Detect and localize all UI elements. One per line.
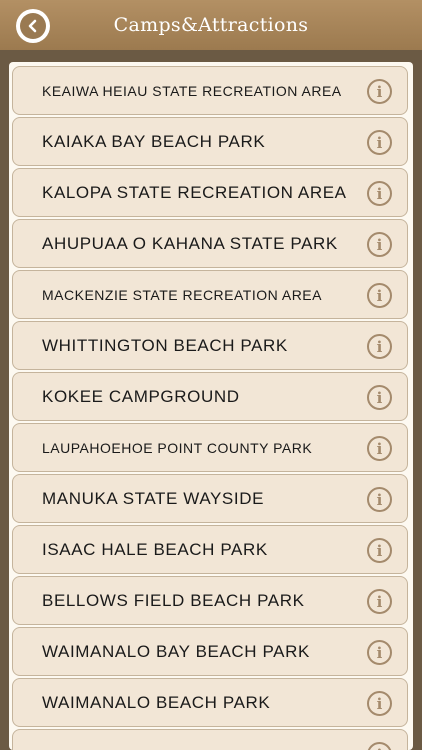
page-title: Camps&Attractions [113,14,309,36]
list-item[interactable]: WHITTINGTON BEACH PARK i [12,321,408,370]
info-icon[interactable]: i [367,283,392,308]
list-item-label: MACKENZIE STATE RECREATION AREA [42,286,322,303]
info-icon[interactable]: i [367,742,392,750]
list-item[interactable]: WAIMANALO BAY BEACH PARK i [12,627,408,676]
list-item-label: KOKEE CAMPGROUND [42,386,240,406]
list-item[interactable]: KEAIWA HEIAU STATE RECREATION AREA i [12,66,408,115]
list-item[interactable]: ISAAC HALE BEACH PARK i [12,525,408,574]
info-icon[interactable]: i [367,181,392,206]
list-item-label: LAUPAHOEHOE POINT COUNTY PARK [42,439,313,456]
info-icon[interactable]: i [367,436,392,461]
info-icon[interactable]: i [367,487,392,512]
list-item[interactable]: WAIMANALO BEACH PARK i [12,678,408,727]
list-item[interactable]: KOKEE CAMPGROUND i [12,372,408,421]
info-icon[interactable]: i [367,232,392,257]
back-arrow-icon [20,13,46,39]
list-item-label: BELLOWS FIELD BEACH PARK [42,590,305,610]
list-item[interactable]: AHUPUAA O KAHANA STATE PARK i [12,219,408,268]
list-item[interactable]: KALOPA STATE RECREATION AREA i [12,168,408,217]
list-item-label: KEAIWA HEIAU STATE RECREATION AREA [42,82,342,99]
list-item[interactable]: BELLOWS FIELD BEACH PARK i [12,576,408,625]
info-icon[interactable]: i [367,130,392,155]
back-button[interactable] [16,9,50,43]
list-item[interactable]: i [12,729,408,750]
list-item-label: KAIAKA BAY BEACH PARK [42,131,266,151]
list-item-label: WHITTINGTON BEACH PARK [42,335,288,355]
info-icon[interactable]: i [367,538,392,563]
info-icon[interactable]: i [367,589,392,614]
list-item-label: WAIMANALO BEACH PARK [42,692,271,712]
info-icon[interactable]: i [367,79,392,104]
app-header: Camps&Attractions [0,0,422,50]
info-icon[interactable]: i [367,691,392,716]
list-item-label: AHUPUAA O KAHANA STATE PARK [42,233,338,253]
info-icon[interactable]: i [367,640,392,665]
list-item[interactable]: LAUPAHOEHOE POINT COUNTY PARK i [12,423,408,472]
list-item[interactable]: KAIAKA BAY BEACH PARK i [12,117,408,166]
info-icon[interactable]: i [367,385,392,410]
list-item-label: WAIMANALO BAY BEACH PARK [42,641,310,661]
list-item[interactable]: MACKENZIE STATE RECREATION AREA i [12,270,408,319]
list-item-label: KALOPA STATE RECREATION AREA [42,182,347,202]
info-icon[interactable]: i [367,334,392,359]
list-item-label: ISAAC HALE BEACH PARK [42,539,268,559]
list-item[interactable]: MANUKA STATE WAYSIDE i [12,474,408,523]
list-item-label: MANUKA STATE WAYSIDE [42,488,265,508]
camps-list: KEAIWA HEIAU STATE RECREATION AREA i KAIAK… [9,62,413,750]
